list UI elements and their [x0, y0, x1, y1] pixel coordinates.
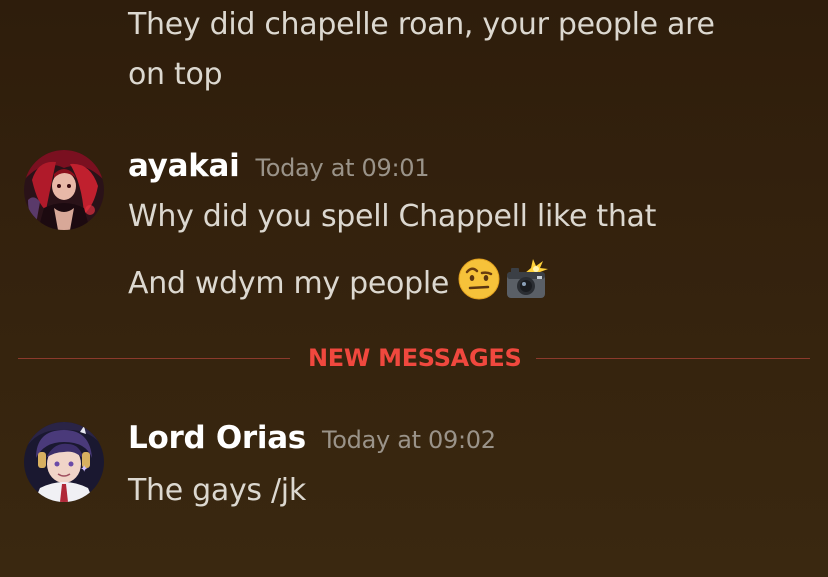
message-text-line: Why did you spell Chappell like that — [128, 199, 657, 234]
chat-message-list: They did chapelle roan, your people are … — [0, 0, 828, 577]
message-timestamp[interactable]: Today at 09:01 — [255, 154, 429, 182]
username-lord-orias[interactable]: Lord Orias — [128, 420, 306, 456]
camera-with-flash-emoji[interactable] — [503, 257, 551, 312]
avatar-lord-orias[interactable]: ✦ — [24, 422, 104, 502]
divider-line — [18, 358, 290, 359]
message-header: ayakai Today at 09:01 — [128, 148, 430, 184]
username-ayakai[interactable]: ayakai — [128, 148, 240, 184]
message-text-line: on top — [128, 57, 223, 92]
avatar-ayakai[interactable] — [24, 150, 104, 230]
new-messages-label: NEW MESSAGES — [308, 344, 522, 372]
new-messages-divider: NEW MESSAGES — [18, 340, 810, 380]
svg-text:✦: ✦ — [80, 464, 88, 475]
message-text-line-with-emoji: And wdym my people — [128, 257, 551, 312]
message-header: Lord Orias Today at 09:02 — [128, 420, 496, 456]
message-timestamp[interactable]: Today at 09:02 — [322, 426, 496, 454]
divider-line — [536, 358, 810, 359]
message-text-line: They did chapelle roan, your people are — [128, 7, 715, 42]
message-text: And wdym my people — [128, 266, 450, 301]
face-with-raised-eyebrow-emoji[interactable] — [457, 257, 501, 312]
message-text-line: The gays /jk — [128, 473, 306, 508]
